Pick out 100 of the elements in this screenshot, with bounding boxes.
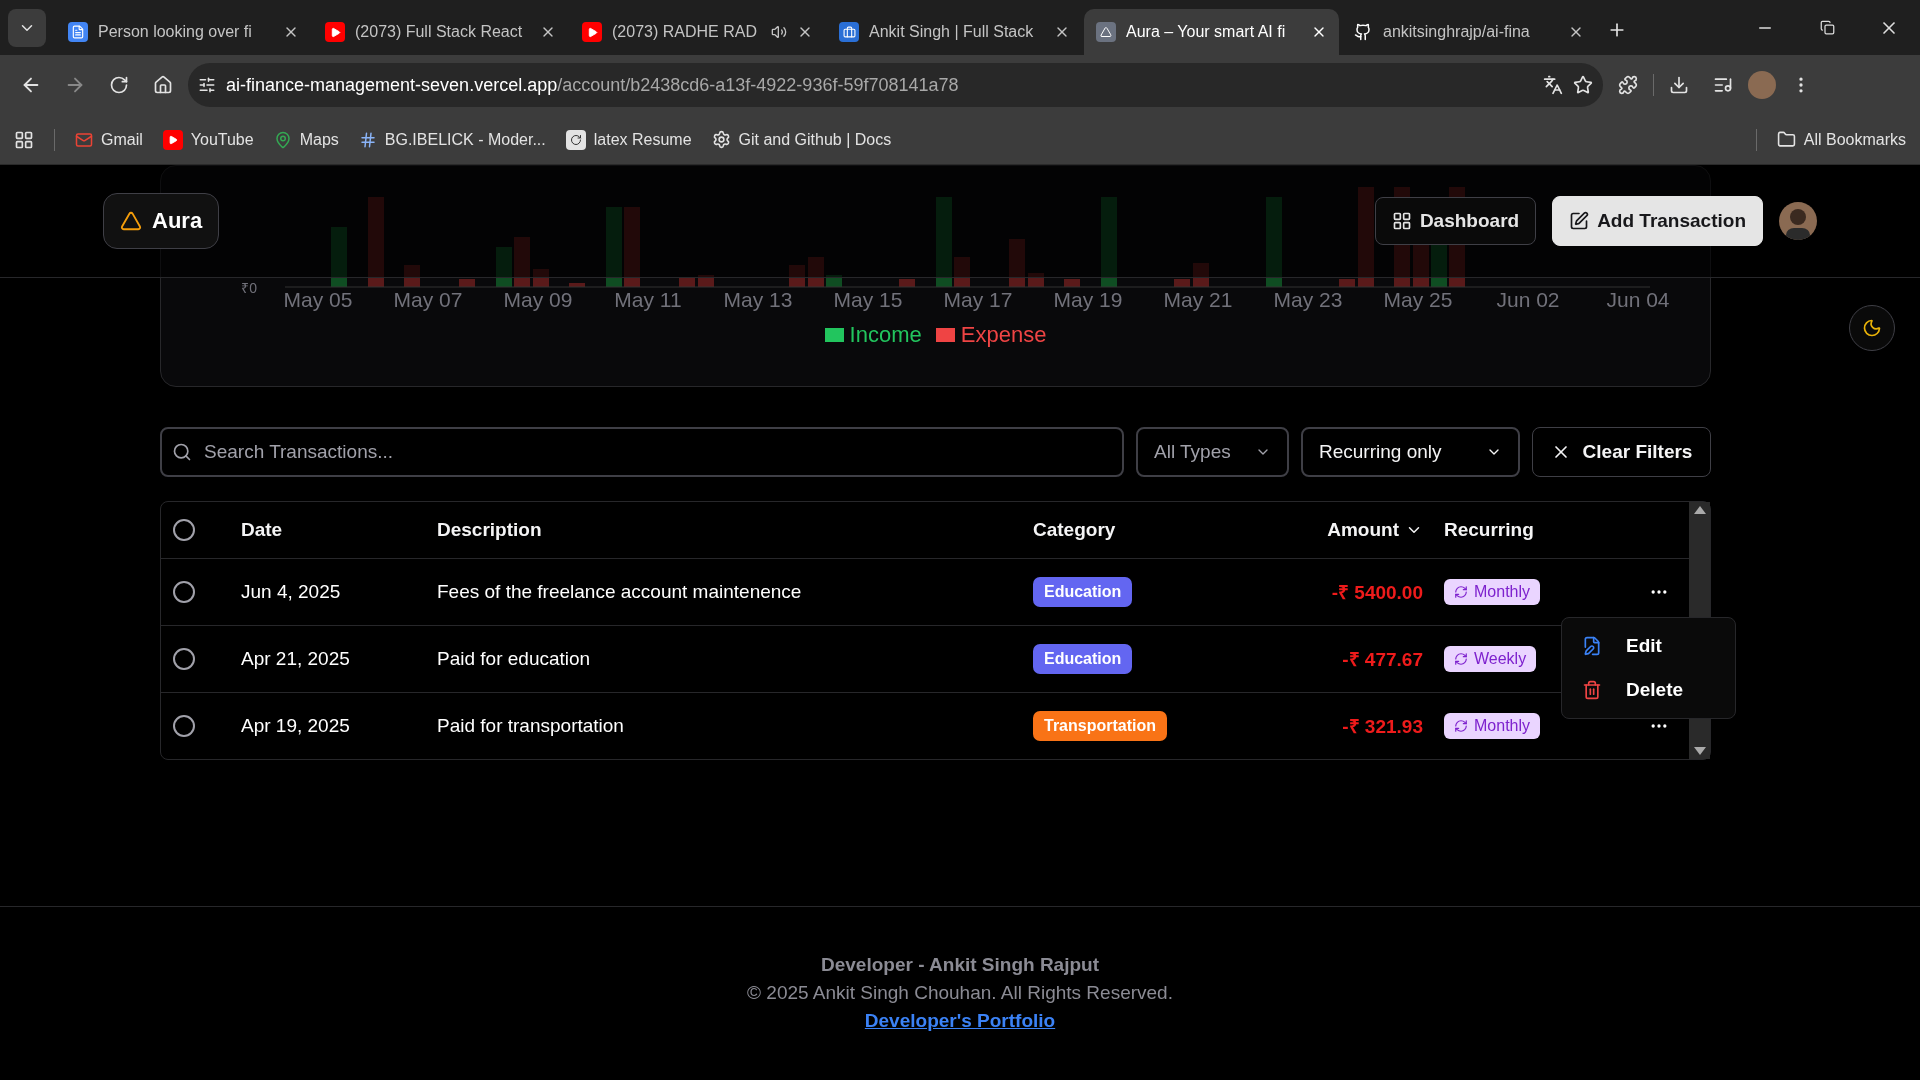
recurring-select[interactable]: Recurring only — [1301, 427, 1520, 477]
speaker-icon[interactable] — [771, 24, 787, 40]
income-bar — [331, 227, 347, 287]
axis-label: May 21 — [1162, 288, 1234, 312]
bookmark-link[interactable]: YouTube — [162, 129, 254, 150]
restore-icon[interactable] — [1819, 20, 1835, 35]
grid-icon[interactable] — [1391, 211, 1412, 231]
bookmark-link[interactable]: Maps — [273, 130, 339, 149]
browser-tab[interactable]: Aura – Your smart AI fi — [1084, 9, 1339, 55]
expense-bar — [899, 279, 915, 287]
column-header[interactable]: Recurring — [1444, 519, 1534, 541]
date-cell-text: Apr 19, 2025 — [241, 715, 351, 737]
add-transaction-button[interactable]: Add Transaction — [1552, 196, 1763, 246]
play-icon — [325, 22, 345, 42]
expense-bar — [808, 257, 824, 287]
edit-menu-item[interactable]: Edit — [1568, 624, 1729, 668]
browser-tab[interactable]: ankitsinghrajp/ai-fina — [1341, 9, 1596, 55]
translate-icon[interactable] — [1543, 75, 1563, 95]
legend-label: Income — [849, 322, 922, 348]
mail-icon — [75, 130, 93, 149]
browser-tab[interactable]: Ankit Singh | Full Stack — [827, 9, 1082, 55]
gear-icon — [711, 130, 731, 149]
axis-label: May 19 — [1052, 288, 1124, 312]
download-icon[interactable] — [1669, 75, 1689, 95]
theme-toggle[interactable] — [1849, 305, 1895, 351]
apps-icon[interactable] — [14, 129, 34, 150]
category-tag: Transportation — [1033, 711, 1167, 741]
axis-label: Jun 04 — [1605, 288, 1671, 312]
logo-link[interactable]: Aura — [103, 193, 220, 249]
expense-bar — [404, 265, 420, 287]
browser-tab[interactable]: (2073) RADHE RAD — [570, 9, 825, 55]
site-settings-icon[interactable] — [198, 76, 216, 94]
recurring-tag: Weekly — [1444, 646, 1537, 672]
axis-label: May 11 — [613, 288, 683, 312]
scroll-up-icon[interactable] — [1693, 506, 1706, 514]
trash-icon[interactable] — [1582, 680, 1602, 700]
browser-tab[interactable]: (2073) Full Stack React — [313, 9, 568, 55]
expense-bar — [789, 265, 805, 287]
copyright-text: © 2025 Ankit Singh Chouhan. All Rights Reserved. — [747, 981, 1173, 1005]
reload-icon[interactable] — [109, 75, 129, 95]
expense-bar — [1064, 279, 1080, 287]
play-icon — [162, 129, 183, 150]
axis-label: May 25 — [1382, 288, 1454, 312]
search-icon — [172, 442, 192, 462]
bookmark-link[interactable]: BG.IBELICK - Moder... — [358, 130, 546, 149]
axis-label: May 07 — [392, 288, 464, 312]
column-header[interactable]: Date — [241, 519, 283, 541]
map-pin-icon — [273, 130, 292, 149]
expense-bar — [1193, 263, 1209, 287]
amount-cell-text: -₹ 477.67 — [1342, 648, 1423, 672]
delete-menu-item[interactable]: Delete — [1568, 668, 1729, 712]
search-field[interactable]: Search Transactions... — [160, 427, 1124, 477]
row-radio[interactable] — [173, 715, 195, 737]
moon-icon[interactable] — [1862, 318, 1882, 338]
axis-label: May 15 — [832, 288, 904, 312]
expense-bar — [514, 237, 530, 287]
edit-icon[interactable] — [1569, 211, 1590, 231]
file-edit-icon[interactable] — [1582, 636, 1602, 656]
refresh-icon — [1454, 652, 1468, 666]
category-tag: Education — [1033, 644, 1133, 674]
folder-icon — [1776, 130, 1796, 149]
dashboard-button[interactable]: Dashboard — [1374, 197, 1537, 245]
cat-icon — [1353, 22, 1373, 42]
date-cell-text: Jun 4, 2025 — [241, 581, 342, 603]
expense-bar — [1028, 273, 1044, 287]
triangle-icon — [120, 210, 142, 232]
axis-label: Jun 02 — [1495, 288, 1561, 312]
expense-bar — [954, 257, 970, 287]
briefcase-icon — [839, 22, 859, 42]
puzzle-icon[interactable] — [1618, 75, 1638, 95]
portfolio-link[interactable]: Developer's Portfolio — [864, 1007, 1056, 1035]
scroll-down-icon[interactable] — [1693, 747, 1706, 755]
bookmark-link[interactable]: Gmail — [75, 130, 143, 149]
refresh-icon — [1454, 585, 1468, 599]
select-all-radio[interactable] — [173, 519, 195, 541]
expense-bar — [569, 283, 585, 287]
bookmark-link[interactable]: latex Resume — [565, 129, 692, 150]
axis-label: May 23 — [1272, 288, 1344, 312]
all-bookmarks-link[interactable]: All Bookmarks — [1776, 130, 1906, 149]
browser-tab[interactable]: Person looking over fi — [56, 9, 311, 55]
column-header[interactable]: Amount — [1327, 519, 1423, 541]
recurring-tag: Monthly — [1444, 579, 1541, 605]
type-select[interactable]: All Types — [1136, 427, 1289, 477]
row-radio[interactable] — [173, 648, 195, 670]
document-icon — [68, 22, 88, 42]
address-bar[interactable]: ai-finance-management-seven.vercel.app/account/b2438cd6-a13f-4922-936f-59f708141a78 — [188, 63, 1603, 107]
column-header[interactable]: Description — [437, 519, 542, 541]
column-header[interactable]: Category — [1033, 519, 1116, 541]
user-avatar[interactable] — [1779, 202, 1817, 240]
amount-cell-text: -₹ 5400.00 — [1331, 581, 1423, 605]
clear-filters-button[interactable]: Clear Filters — [1532, 427, 1711, 477]
income-bar — [826, 275, 842, 287]
refresh-icon — [1454, 719, 1468, 733]
axis-tick-label: ₹0 — [240, 279, 258, 297]
music-list-icon[interactable] — [1713, 75, 1733, 95]
home-icon[interactable] — [153, 75, 173, 95]
row-radio[interactable] — [173, 581, 195, 603]
expense-bar — [1174, 279, 1190, 287]
bookmark-link[interactable]: Git and Github | Docs — [711, 130, 892, 149]
star-icon[interactable] — [1573, 75, 1593, 95]
